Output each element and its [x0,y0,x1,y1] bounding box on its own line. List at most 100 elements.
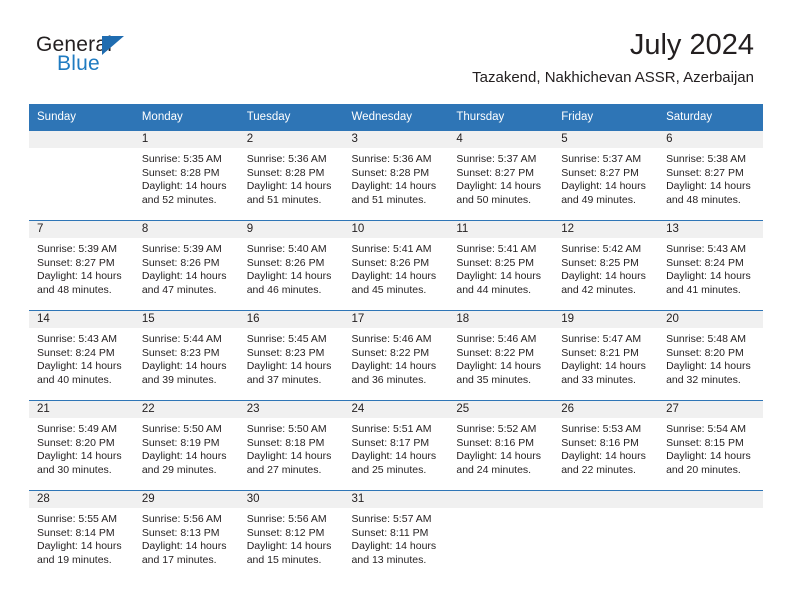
sunset-text: Sunset: 8:27 PM [456,166,535,179]
daylight-text-line1: Daylight: 14 hours [456,180,542,193]
calendar-week-row: 14 Sunrise: 5:43 AM Sunset: 8:24 PM Dayligh… [29,310,763,401]
sunrise-text: Sunrise: 5:41 AM [456,243,537,255]
daylight-text-line1: Daylight: 14 hours [561,270,646,283]
sunrise-text: Sunrise: 5:38 AM [666,153,747,165]
daylight-text-line2: and 27 minutes. [246,463,322,476]
calendar-day-cell[interactable]: 29 Sunrise: 5:56 AM Sunset: 8:13 PM Dayligh… [133,491,239,580]
calendar-day-cell[interactable]: 11 Sunrise: 5:41 AM Sunset: 8:25 PM Dayligh… [448,221,554,310]
calendar-day-cell[interactable]: 15 Sunrise: 5:44 AM Sunset: 8:23 PM Dayligh… [133,311,239,400]
daylight-text-line1: Daylight: 14 hours [351,180,437,193]
calendar-day-cell[interactable]: 7 Sunrise: 5:39 AM Sunset: 8:27 PM Daylight… [29,221,134,310]
sunset-text: Sunset: 8:21 PM [561,346,639,359]
day-number: 29 [133,491,239,508]
day-details: Sunrise: 5:54 AM Sunset: 8:15 PM Daylight:… [658,418,763,477]
day-details: Sunrise: 5:39 AM Sunset: 8:26 PM Daylight:… [134,238,239,297]
calendar-day-cell[interactable]: 12 Sunrise: 5:42 AM Sunset: 8:25 PM Dayligh… [553,221,659,310]
sunrise-text: Sunrise: 5:46 AM [456,333,537,345]
calendar-day-cell[interactable]: 13 Sunrise: 5:43 AM Sunset: 8:24 PM Dayligh… [658,221,763,310]
day-details: Sunrise: 5:37 AM Sunset: 8:27 PM Daylight:… [448,148,553,207]
calendar-day-cell-empty [658,491,763,580]
day-number: 19 [553,311,659,328]
day-number: 9 [238,221,344,238]
calendar-day-cell[interactable]: 30 Sunrise: 5:56 AM Sunset: 8:12 PM Dayligh… [238,491,344,580]
calendar-day-cell[interactable]: 8 Sunrise: 5:39 AM Sunset: 8:26 PM Daylight… [133,221,239,310]
calendar-day-cell[interactable]: 1 Sunrise: 5:35 AM Sunset: 8:28 PM Daylight… [133,131,239,220]
daylight-text-line1: Daylight: 14 hours [561,360,646,373]
calendar-day-cell-empty [553,491,659,580]
daylight-text-line1: Daylight: 14 hours [37,450,122,463]
calendar-day-cell[interactable]: 16 Sunrise: 5:45 AM Sunset: 8:23 PM Dayligh… [238,311,344,400]
calendar-day-cell[interactable]: 27 Sunrise: 5:54 AM Sunset: 8:15 PM Dayligh… [658,401,763,490]
calendar-body: 1 Sunrise: 5:35 AM Sunset: 8:28 PM Daylight… [29,131,763,580]
sunset-text: Sunset: 8:27 PM [666,166,744,179]
weekday-header-wednesday: Wednesday [343,104,449,131]
calendar-day-cell[interactable]: 18 Sunrise: 5:46 AM Sunset: 8:22 PM Dayligh… [448,311,554,400]
daylight-text-line2: and 25 minutes. [351,463,427,476]
calendar-day-cell[interactable]: 3 Sunrise: 5:36 AM Sunset: 8:28 PM Daylight… [343,131,449,220]
calendar-day-cell[interactable]: 14 Sunrise: 5:43 AM Sunset: 8:24 PM Dayligh… [29,311,134,400]
title-block: July 2024 Tazakend, Nakhichevan ASSR, Az… [472,28,754,88]
daylight-text-line2: and 50 minutes. [456,193,532,206]
day-number: 10 [343,221,449,238]
sunset-text: Sunset: 8:22 PM [456,346,535,359]
sunset-text: Sunset: 8:20 PM [37,436,115,449]
daylight-text-line2: and 33 minutes. [561,373,636,386]
day-number [658,491,763,508]
day-details: Sunrise: 5:39 AM Sunset: 8:27 PM Daylight:… [29,238,134,297]
calendar-day-cell[interactable]: 22 Sunrise: 5:50 AM Sunset: 8:19 PM Dayligh… [133,401,239,490]
sunrise-text: Sunrise: 5:46 AM [351,333,432,345]
day-details: Sunrise: 5:51 AM Sunset: 8:17 PM Daylight:… [344,418,449,477]
sunrise-text: Sunrise: 5:52 AM [456,423,537,435]
location-subtitle: Tazakend, Nakhichevan ASSR, Azerbaijan [472,69,754,86]
calendar-day-cell[interactable]: 24 Sunrise: 5:51 AM Sunset: 8:17 PM Dayligh… [343,401,449,490]
day-details: Sunrise: 5:45 AM Sunset: 8:23 PM Daylight:… [239,328,344,387]
sunset-text: Sunset: 8:28 PM [246,166,325,179]
calendar-day-cell[interactable]: 28 Sunrise: 5:55 AM Sunset: 8:14 PM Dayligh… [29,491,134,580]
sunrise-text: Sunrise: 5:48 AM [666,333,747,345]
calendar-day-cell[interactable]: 2 Sunrise: 5:36 AM Sunset: 8:28 PM Daylight… [238,131,344,220]
sunset-text: Sunset: 8:20 PM [666,346,744,359]
calendar-day-cell[interactable]: 9 Sunrise: 5:40 AM Sunset: 8:26 PM Daylight… [238,221,344,310]
calendar-day-cell[interactable]: 4 Sunrise: 5:37 AM Sunset: 8:27 PM Daylight… [448,131,554,220]
daylight-text-line1: Daylight: 14 hours [561,180,646,193]
daylight-text-line2: and 48 minutes. [666,193,741,206]
sunset-text: Sunset: 8:25 PM [456,256,535,269]
calendar-day-cell[interactable]: 19 Sunrise: 5:47 AM Sunset: 8:21 PM Dayligh… [553,311,659,400]
daylight-text-line2: and 41 minutes. [666,283,741,296]
daylight-text-line2: and 15 minutes. [246,553,322,566]
sunrise-text: Sunrise: 5:55 AM [37,513,117,525]
daylight-text-line2: and 36 minutes. [351,373,427,386]
sunrise-text: Sunrise: 5:37 AM [456,153,537,165]
daylight-text-line2: and 29 minutes. [141,463,217,476]
day-number: 28 [29,491,134,508]
day-number: 13 [658,221,763,238]
sunset-text: Sunset: 8:27 PM [37,256,115,269]
daylight-text-line1: Daylight: 14 hours [37,270,122,283]
sunrise-text: Sunrise: 5:36 AM [246,153,327,165]
daylight-text-line1: Daylight: 14 hours [37,540,122,553]
calendar-week-row: 1 Sunrise: 5:35 AM Sunset: 8:28 PM Daylight… [29,131,763,221]
calendar-day-cell[interactable]: 5 Sunrise: 5:37 AM Sunset: 8:27 PM Daylight… [553,131,659,220]
sunset-text: Sunset: 8:11 PM [351,526,429,539]
calendar-day-cell[interactable]: 26 Sunrise: 5:53 AM Sunset: 8:16 PM Dayligh… [553,401,659,490]
page-header: General Blue July 2024 Tazakend, Nakhich… [0,0,792,100]
daylight-text-line1: Daylight: 14 hours [351,540,437,553]
daylight-text-line1: Daylight: 14 hours [456,360,542,373]
calendar-day-cell[interactable]: 23 Sunrise: 5:50 AM Sunset: 8:18 PM Dayligh… [238,401,344,490]
day-number: 18 [448,311,554,328]
sunrise-text: Sunrise: 5:45 AM [246,333,327,345]
calendar-day-cell[interactable]: 10 Sunrise: 5:41 AM Sunset: 8:26 PM Dayligh… [343,221,449,310]
calendar-day-cell[interactable]: 25 Sunrise: 5:52 AM Sunset: 8:16 PM Dayligh… [448,401,554,490]
calendar-day-cell[interactable]: 20 Sunrise: 5:48 AM Sunset: 8:20 PM Dayligh… [658,311,763,400]
daylight-text-line2: and 44 minutes. [456,283,532,296]
day-number: 27 [658,401,763,418]
calendar-day-cell[interactable]: 31 Sunrise: 5:57 AM Sunset: 8:11 PM Dayligh… [343,491,449,580]
sunset-text: Sunset: 8:28 PM [141,166,220,179]
sunrise-text: Sunrise: 5:43 AM [666,243,747,255]
calendar-day-cell[interactable]: 17 Sunrise: 5:46 AM Sunset: 8:22 PM Dayligh… [343,311,449,400]
daylight-text-line2: and 40 minutes. [37,373,112,386]
sunset-text: Sunset: 8:17 PM [351,436,430,449]
calendar-day-cell[interactable]: 6 Sunrise: 5:38 AM Sunset: 8:27 PM Daylight… [658,131,763,220]
daylight-text-line2: and 22 minutes. [561,463,636,476]
calendar-day-cell[interactable]: 21 Sunrise: 5:49 AM Sunset: 8:20 PM Dayligh… [29,401,134,490]
